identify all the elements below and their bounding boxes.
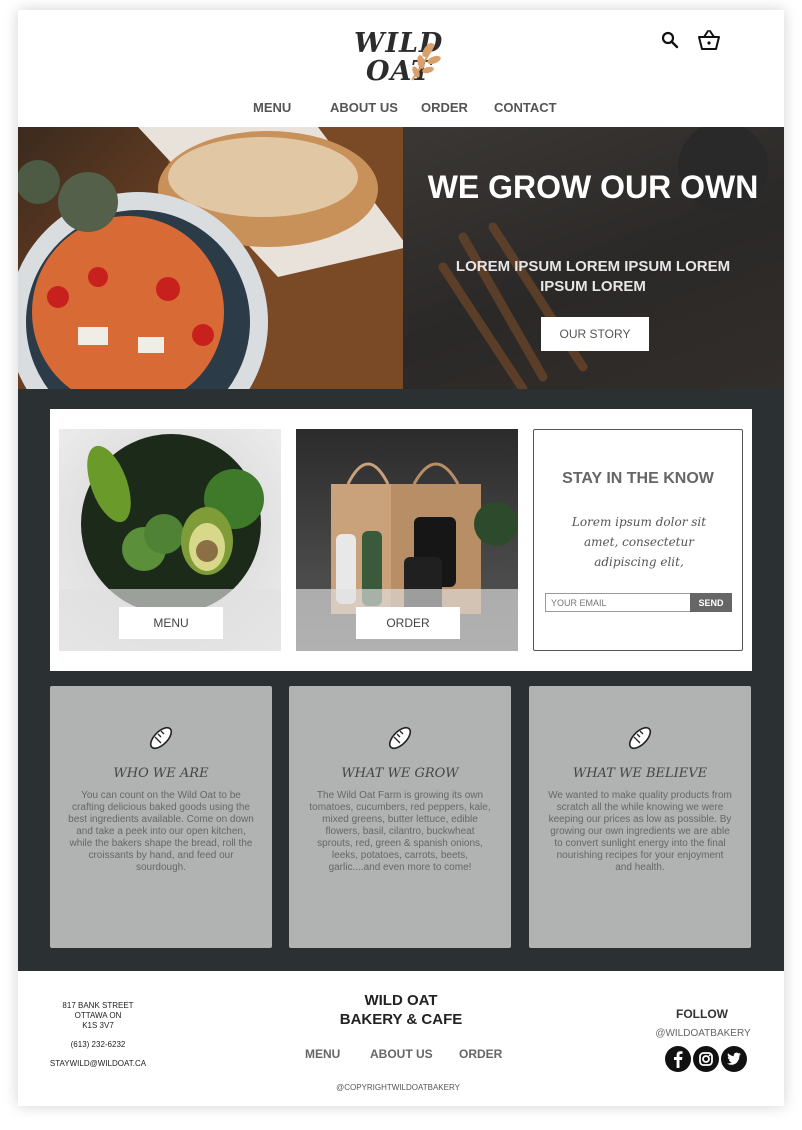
social-handle[interactable]: @WILDOATBAKERY: [648, 1028, 758, 1039]
nav-order[interactable]: ORDER: [421, 100, 468, 115]
nav-contact[interactable]: CONTACT: [494, 100, 557, 115]
page: WILD OAT MENU ABOUT US ORDER CONTACT WE …: [18, 10, 784, 1106]
nav-about-us[interactable]: ABOUT US: [330, 100, 398, 115]
facebook-icon[interactable]: [665, 1046, 691, 1072]
hero: WE GROW OUR OWN LOREM IPSUM LOREM IPSUM …: [18, 127, 784, 389]
search-icon[interactable]: [658, 28, 682, 52]
footer-brand-line-1: WILD OAT: [364, 992, 438, 1009]
address-line-2: OTTAWA ON: [74, 1011, 122, 1020]
info-card-who-we-are: WHO WE ARE You can count on the Wild Oat…: [50, 686, 272, 948]
menu-card-button[interactable]: MENU: [119, 607, 223, 639]
hero-title: WE GROW OUR OWN: [427, 169, 759, 205]
hero-food-image: [18, 127, 408, 389]
feature-panel: MENU ORDER STAY IN THE KNOW Lorem ipsum …: [50, 409, 752, 671]
copyright: @COPYRIGHTWILDOATBAKERY: [336, 1083, 460, 1092]
cart-icon[interactable]: [696, 28, 720, 52]
footer-brand-line-2: BAKERY & CAFE: [339, 1011, 463, 1028]
newsletter-box: STAY IN THE KNOW Lorem ipsum dolor sit a…: [533, 429, 743, 651]
hero-subtitle: LOREM IPSUM LOREM IPSUM LOREM IPSUM LORE…: [455, 258, 731, 295]
address-line-3: K1S 3V7: [82, 1021, 114, 1030]
address-line-1: 817 BANK STREET: [62, 1001, 134, 1010]
menu-card[interactable]: MENU: [59, 429, 281, 651]
footer-nav-order[interactable]: ORDER: [459, 1047, 502, 1061]
order-card-button[interactable]: ORDER: [356, 607, 460, 639]
nav-menu[interactable]: MENU: [253, 100, 291, 115]
footer-nav-menu[interactable]: MENU: [305, 1047, 340, 1061]
info-card-what-we-grow: WHAT WE GROW The Wild Oat Farm is growin…: [289, 686, 511, 948]
info-title: WHAT WE BELIEVE: [572, 766, 708, 781]
footer-nav-about-us[interactable]: ABOUT US: [370, 1047, 433, 1061]
content-section: MENU ORDER STAY IN THE KNOW Lorem ipsum …: [18, 389, 784, 971]
order-card[interactable]: ORDER: [296, 429, 518, 651]
oat-leaf-icon: [411, 43, 441, 81]
info-text: The Wild Oat Farm is growing its own tom…: [309, 790, 491, 873]
bread-icon: [388, 726, 412, 750]
footer-brand: WILD OAT BAKERY & CAFE: [301, 991, 501, 1029]
phone-number[interactable]: (613) 232-6232: [40, 1040, 156, 1050]
info-card-what-we-believe: WHAT WE BELIEVE We wanted to make qualit…: [529, 686, 751, 948]
info-text: We wanted to make quality products from …: [548, 790, 732, 873]
twitter-icon[interactable]: [721, 1046, 747, 1072]
our-story-button[interactable]: OUR STORY: [541, 317, 649, 351]
info-title: WHO WE ARE: [113, 766, 209, 781]
send-button[interactable]: SEND: [690, 593, 732, 612]
email-link[interactable]: STAYWILD@WILDOAT.CA: [40, 1059, 156, 1069]
newsletter-title: STAY IN THE KNOW: [562, 470, 714, 487]
footer: 817 BANK STREET OTTAWA ON K1S 3V7 (613) …: [18, 971, 784, 1106]
main-nav: MENU ABOUT US ORDER CONTACT: [18, 100, 784, 120]
bread-icon: [628, 726, 652, 750]
email-field[interactable]: [545, 593, 691, 612]
bread-icon: [149, 726, 173, 750]
follow-label: FOLLOW: [676, 1007, 728, 1021]
info-text: You can count on the Wild Oat to be craf…: [68, 790, 254, 873]
header: WILD OAT MENU ABOUT US ORDER CONTACT: [18, 10, 784, 127]
instagram-icon[interactable]: [693, 1046, 719, 1072]
newsletter-text: Lorem ipsum dolor sit amet, consectetur …: [571, 515, 707, 569]
info-title: WHAT WE GROW: [341, 766, 459, 781]
logo[interactable]: WILD OAT: [350, 26, 450, 92]
